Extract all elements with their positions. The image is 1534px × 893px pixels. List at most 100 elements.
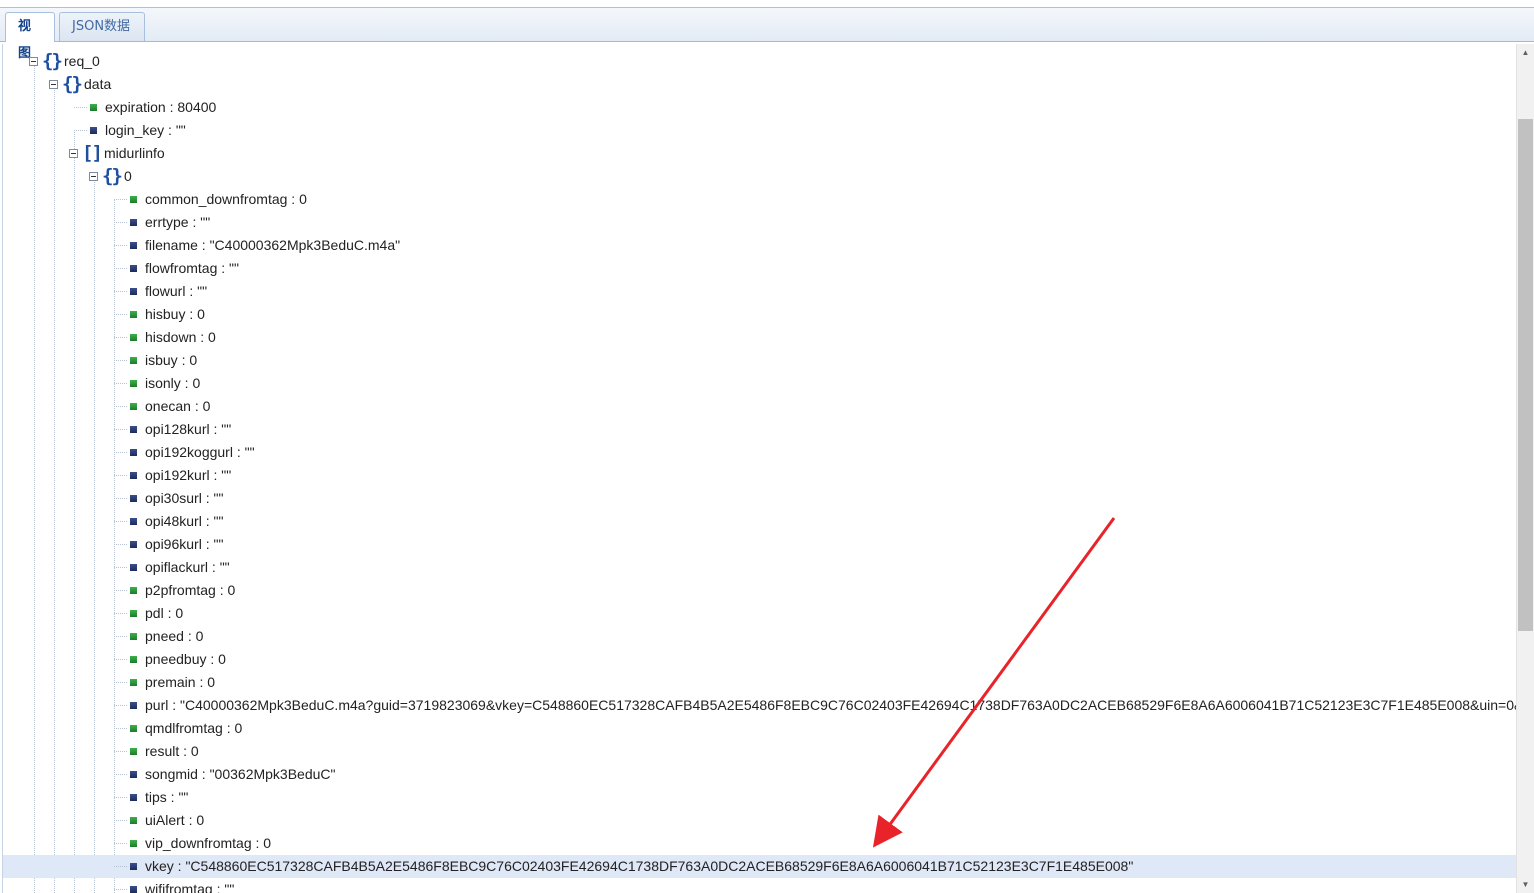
leaf-text: opi30surl : "" — [145, 490, 224, 506]
string-icon — [130, 426, 137, 433]
leaf-text: pneedbuy : 0 — [145, 651, 226, 667]
tree-leaf-row[interactable]: opi96kurl : "" — [3, 533, 1517, 556]
tree-leaf-row[interactable]: songmid : "00362Mpk3BeduC" — [3, 763, 1517, 786]
tree-leaf-row[interactable]: flowurl : "" — [3, 280, 1517, 303]
leaf-text: flowfromtag : "" — [145, 260, 239, 276]
tree-guide-line — [114, 498, 127, 499]
number-icon — [130, 196, 137, 203]
scroll-up-arrow-icon[interactable]: ▲ — [1517, 44, 1534, 61]
leaf-text: opi192koggurl : "" — [145, 444, 255, 460]
tree-leaf-row[interactable]: opi48kurl : "" — [3, 510, 1517, 533]
tree-guide-line — [114, 705, 127, 706]
tree-guide-line — [114, 521, 127, 522]
string-icon — [130, 794, 137, 801]
string-icon — [130, 541, 137, 548]
leaf-text: result : 0 — [145, 743, 199, 759]
leaf-text: opi128kurl : "" — [145, 421, 232, 437]
tree-guide-line — [114, 544, 127, 545]
collapse-toggle-icon[interactable] — [29, 57, 38, 66]
number-icon — [130, 840, 137, 847]
tree-guide-line — [114, 406, 127, 407]
tree-leaf-row[interactable]: purl : "C40000362Mpk3BeduC.m4a?guid=3719… — [3, 694, 1517, 717]
scroll-down-arrow-icon[interactable]: ▼ — [1517, 876, 1534, 893]
tree-guide-line — [114, 199, 127, 200]
object-braces-icon: {} — [62, 73, 83, 95]
tree-guide-line — [114, 337, 127, 338]
leaf-text: purl : "C40000362Mpk3BeduC.m4a?guid=3719… — [145, 697, 1517, 713]
tree-node-req-0[interactable]: {} req_0 — [3, 50, 1517, 73]
tree-leaf-row[interactable]: premain : 0 — [3, 671, 1517, 694]
tree-leaf-row[interactable]: isbuy : 0 — [3, 349, 1517, 372]
tree-leaf-row[interactable]: tips : "" — [3, 786, 1517, 809]
tree-leaf-row[interactable]: isonly : 0 — [3, 372, 1517, 395]
collapse-toggle-icon[interactable] — [49, 80, 58, 89]
tree-leaf-row[interactable]: errtype : "" — [3, 211, 1517, 234]
tree-guide-line — [114, 889, 127, 890]
leaf-text: p2pfromtag : 0 — [145, 582, 236, 598]
leaf-text: tips : "" — [145, 789, 189, 805]
scroll-thumb[interactable] — [1518, 119, 1533, 631]
number-icon — [130, 748, 137, 755]
collapse-toggle-icon[interactable] — [89, 172, 98, 181]
leaf-text: vip_downfromtag : 0 — [145, 835, 272, 851]
number-icon — [130, 587, 137, 594]
tree-leaf-row[interactable]: common_downfromtag : 0 — [3, 188, 1517, 211]
tree-leaf-row[interactable]: pdl : 0 — [3, 602, 1517, 625]
leaf-text: wififromtag : "" — [145, 881, 235, 893]
tree-leaf-row[interactable]: flowfromtag : "" — [3, 257, 1517, 280]
tree-leaf-row[interactable]: pneedbuy : 0 — [3, 648, 1517, 671]
tree-leaf-row[interactable]: vkey : "C548860EC517328CAFB4B5A2E5486F8E… — [3, 855, 1517, 878]
tree-guide-line — [114, 613, 127, 614]
tree-guide-line — [114, 567, 127, 568]
tree-leaf-row[interactable]: vip_downfromtag : 0 — [3, 832, 1517, 855]
tab-json-data[interactable]: JSON数据 — [59, 12, 145, 41]
leaf-text: errtype : "" — [145, 214, 211, 230]
tree-leaf-row[interactable]: expiration : 80400 — [3, 96, 1517, 119]
tree-guide-line — [114, 360, 127, 361]
tree-guide-line — [74, 107, 87, 108]
string-icon — [130, 518, 137, 525]
tree-guide-line — [114, 820, 127, 821]
tree-leaf-row[interactable]: uiAlert : 0 — [3, 809, 1517, 832]
string-icon — [130, 288, 137, 295]
collapse-toggle-icon[interactable] — [69, 149, 78, 158]
tree-leaf-row[interactable]: onecan : 0 — [3, 395, 1517, 418]
tree-leaf-row[interactable]: filename : "C40000362Mpk3BeduC.m4a" — [3, 234, 1517, 257]
tree-leaf-row[interactable]: p2pfromtag : 0 — [3, 579, 1517, 602]
tree-leaf-row[interactable]: opi128kurl : "" — [3, 418, 1517, 441]
tree-leaf-row[interactable]: wififromtag : "" — [3, 878, 1517, 893]
tree-guide-line — [114, 314, 127, 315]
number-icon — [130, 334, 137, 341]
leaf-text: qmdlfromtag : 0 — [145, 720, 243, 736]
tree-leaf-row[interactable]: opi192koggurl : "" — [3, 441, 1517, 464]
leaf-text: isonly : 0 — [145, 375, 201, 391]
tree-leaf-row[interactable]: opi192kurl : "" — [3, 464, 1517, 487]
tree-leaf-row[interactable]: result : 0 — [3, 740, 1517, 763]
tab-view[interactable]: 视图 — [5, 12, 55, 61]
tree-node-0[interactable]: {} 0 — [3, 165, 1517, 188]
tree-leaf-row[interactable]: hisbuy : 0 — [3, 303, 1517, 326]
leaf-text: hisbuy : 0 — [145, 306, 205, 322]
json-viewer-window: 视图 JSON数据 {} req_0{} data expiration : 8040… — [0, 0, 1534, 893]
tree-node-midurlinfo[interactable]: [] midurlinfo — [3, 142, 1517, 165]
number-icon — [130, 380, 137, 387]
json-tree[interactable]: {} req_0{} data expiration : 80400 login_key… — [2, 44, 1517, 893]
tree-leaf-row[interactable]: opiflackurl : "" — [3, 556, 1517, 579]
leaf-text: flowurl : "" — [145, 283, 208, 299]
object-braces-icon: {} — [42, 50, 63, 72]
tree-leaf-row[interactable]: qmdlfromtag : 0 — [3, 717, 1517, 740]
number-icon — [130, 633, 137, 640]
tree-node-data[interactable]: {} data — [3, 73, 1517, 96]
tree-leaf-row[interactable]: opi30surl : "" — [3, 487, 1517, 510]
string-icon — [130, 495, 137, 502]
vertical-scrollbar[interactable]: ▲ ▼ — [1516, 44, 1534, 893]
string-icon — [130, 863, 137, 870]
node-label: 0 — [124, 168, 132, 184]
node-label: req_0 — [64, 53, 100, 69]
tree-leaf-row[interactable]: hisdown : 0 — [3, 326, 1517, 349]
tree-leaf-row[interactable]: pneed : 0 — [3, 625, 1517, 648]
tree-leaf-row[interactable]: login_key : "" — [3, 119, 1517, 142]
tree-guide-line — [114, 291, 127, 292]
leaf-text: vkey : "C548860EC517328CAFB4B5A2E5486F8E… — [145, 858, 1134, 874]
number-icon — [130, 610, 137, 617]
